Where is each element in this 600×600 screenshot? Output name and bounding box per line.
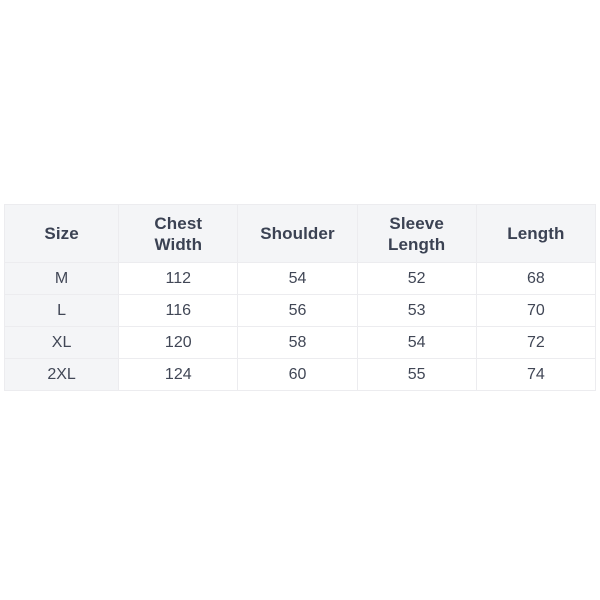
cell-shoulder: 56 [237, 294, 358, 327]
cell-sleeve-length: 54 [356, 326, 477, 359]
cell-length: 68 [475, 262, 597, 295]
cell-shoulder: 58 [237, 326, 358, 359]
table-header-row: Size Chest Width Shoulder Sleeve Length … [3, 204, 597, 263]
cell-length: 70 [475, 294, 597, 327]
cell-shoulder: 60 [237, 358, 358, 391]
column-header-chest-width-line2: Width [154, 234, 203, 254]
cell-length: 72 [475, 326, 597, 359]
cell-sleeve-length: 53 [356, 294, 477, 327]
column-header-shoulder: Shoulder [237, 204, 358, 263]
table-header: Size Chest Width Shoulder Sleeve Length … [3, 204, 597, 263]
table-row: XL 120 58 54 72 [3, 326, 597, 359]
cell-size: XL [3, 326, 120, 359]
column-header-length: Length [475, 204, 597, 263]
column-header-sleeve-length: Sleeve Length [356, 204, 477, 263]
column-header-chest-width-line1: Chest [154, 213, 203, 233]
cell-sleeve-length: 55 [356, 358, 477, 391]
table-row: M 112 54 52 68 [3, 262, 597, 295]
column-header-sleeve-length-line1: Sleeve [389, 213, 444, 233]
cell-size: 2XL [3, 358, 120, 391]
cell-size: L [3, 294, 120, 327]
column-header-sleeve-length-line2: Length [388, 234, 446, 254]
column-header-size-label: Size [44, 224, 79, 243]
table-row: L 116 56 53 70 [3, 294, 597, 327]
column-header-chest-width: Chest Width [118, 204, 239, 263]
cell-shoulder: 54 [237, 262, 358, 295]
cell-size: M [3, 262, 120, 295]
column-header-size: Size [3, 204, 120, 263]
column-header-length-label: Length [507, 224, 565, 243]
cell-chest-width: 124 [118, 358, 239, 391]
cell-chest-width: 112 [118, 262, 239, 295]
column-header-shoulder-label: Shoulder [260, 224, 335, 243]
page-root: Size Chest Width Shoulder Sleeve Length … [0, 0, 600, 600]
size-chart-table: Size Chest Width Shoulder Sleeve Length … [3, 204, 597, 391]
table-row: 2XL 124 60 55 74 [3, 358, 597, 391]
cell-chest-width: 116 [118, 294, 239, 327]
cell-sleeve-length: 52 [356, 262, 477, 295]
cell-chest-width: 120 [118, 326, 239, 359]
cell-length: 74 [475, 358, 597, 391]
table-body: M 112 54 52 68 L 116 56 53 70 XL 120 58 … [3, 262, 597, 391]
